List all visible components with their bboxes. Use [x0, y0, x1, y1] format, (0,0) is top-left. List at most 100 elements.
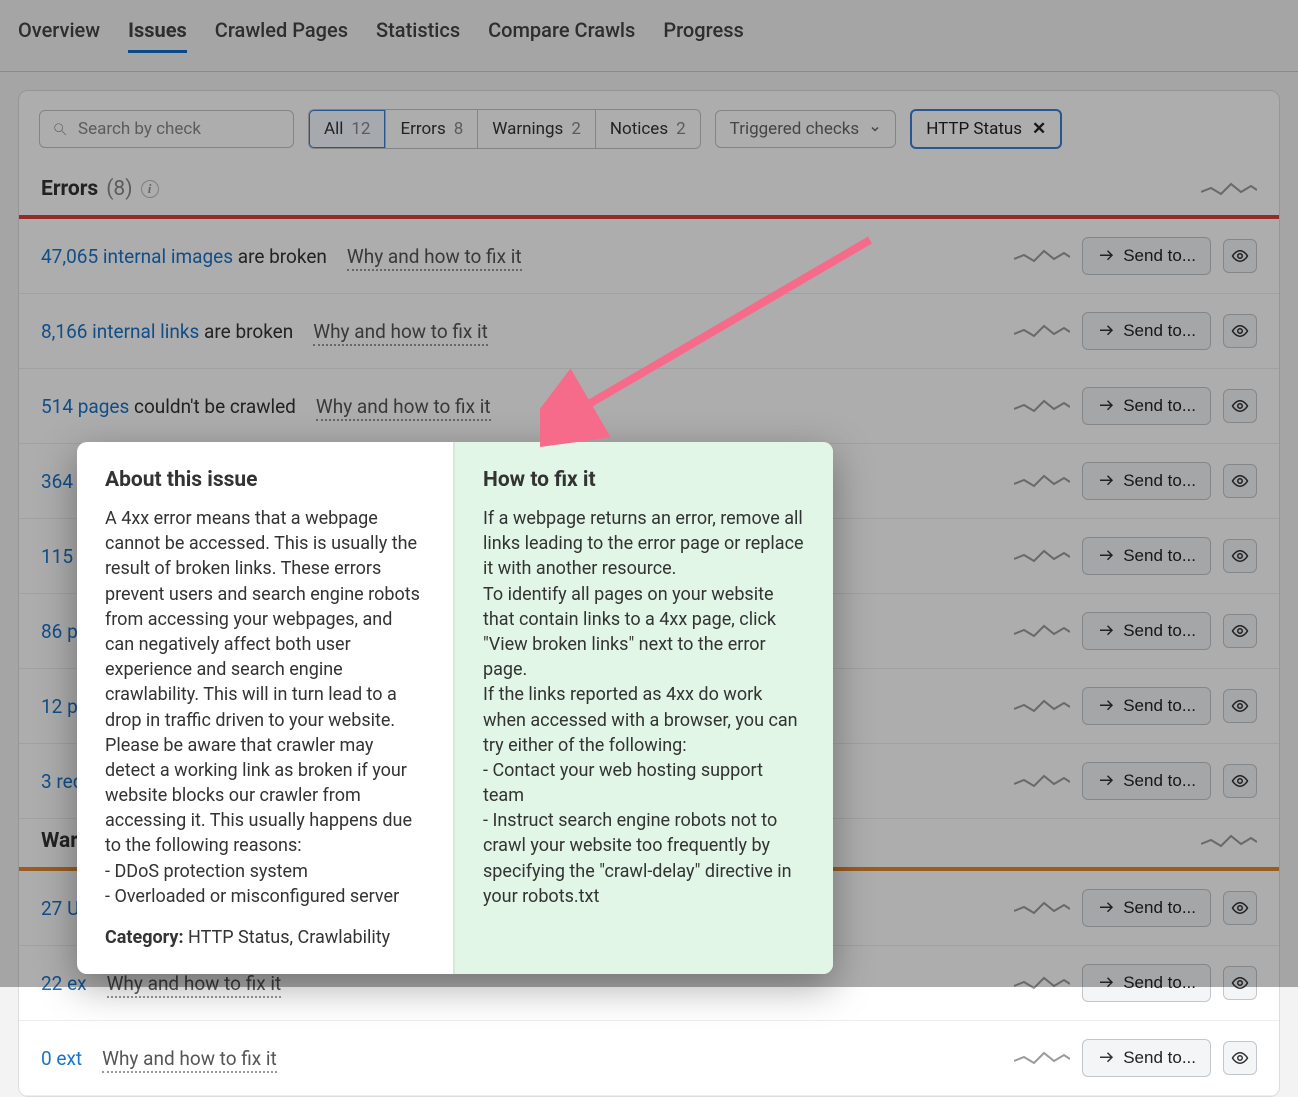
- tab-overview[interactable]: Overview: [18, 18, 100, 53]
- view-button[interactable]: [1223, 689, 1257, 723]
- send-to-label: Send to...: [1123, 471, 1196, 491]
- segment-errors[interactable]: Errors 8: [385, 110, 477, 148]
- info-icon[interactable]: i: [141, 180, 159, 198]
- view-button[interactable]: [1223, 614, 1257, 648]
- send-to-label: Send to...: [1123, 771, 1196, 791]
- issue-link[interactable]: 0 ext: [41, 1047, 82, 1070]
- why-and-how-link[interactable]: Why and how to fix it: [347, 245, 522, 271]
- send-to-label: Send to...: [1123, 321, 1196, 341]
- view-button[interactable]: [1223, 539, 1257, 573]
- send-to-label: Send to...: [1123, 973, 1196, 993]
- eye-icon: [1231, 247, 1249, 265]
- share-arrow-icon: [1097, 1049, 1115, 1067]
- filter-chip-http-status[interactable]: HTTP Status ✕: [910, 109, 1062, 149]
- eye-icon: [1231, 772, 1249, 790]
- segment-all[interactable]: All 12: [308, 109, 386, 149]
- segment-notices-count: 2: [676, 119, 686, 139]
- errors-title: Errors: [41, 177, 98, 201]
- view-button[interactable]: [1223, 239, 1257, 273]
- send-to-button[interactable]: Send to...: [1082, 612, 1211, 650]
- send-to-button[interactable]: Send to...: [1082, 462, 1211, 500]
- why-and-how-link[interactable]: Why and how to fix it: [107, 972, 282, 998]
- view-button[interactable]: [1223, 891, 1257, 925]
- send-to-button[interactable]: Send to...: [1082, 762, 1211, 800]
- view-button[interactable]: [1223, 764, 1257, 798]
- sparkline-icon: [1014, 245, 1070, 267]
- sparkline-icon: [1014, 972, 1070, 994]
- issue-link[interactable]: 8,166 internal links: [41, 320, 199, 343]
- tab-crawled-pages[interactable]: Crawled Pages: [215, 18, 348, 53]
- segment-warnings[interactable]: Warnings 2: [477, 110, 595, 148]
- tab-compare-crawls[interactable]: Compare Crawls: [488, 18, 635, 53]
- issue-text: are broken: [233, 245, 327, 268]
- tab-progress[interactable]: Progress: [663, 18, 743, 53]
- triggered-checks-dropdown[interactable]: Triggered checks: [715, 110, 897, 148]
- eye-icon: [1231, 472, 1249, 490]
- send-to-button[interactable]: Send to...: [1082, 387, 1211, 425]
- main-tabs: Overview Issues Crawled Pages Statistics…: [0, 0, 1298, 72]
- send-to-label: Send to...: [1123, 246, 1196, 266]
- search-placeholder: Search by check: [78, 119, 201, 139]
- send-to-button[interactable]: Send to...: [1082, 964, 1211, 1002]
- eye-icon: [1231, 397, 1249, 415]
- why-and-how-link[interactable]: Why and how to fix it: [102, 1047, 277, 1073]
- send-to-button[interactable]: Send to...: [1082, 237, 1211, 275]
- sparkline-icon: [1201, 830, 1257, 852]
- issue-help-popover: About this issue A 4xx error means that …: [77, 442, 833, 974]
- segment-all-label: All: [324, 119, 343, 139]
- sparkline-icon: [1014, 395, 1070, 417]
- severity-segmented: All 12 Errors 8 Warnings 2 Notices 2: [308, 109, 701, 149]
- sparkline-icon: [1014, 545, 1070, 567]
- send-to-button[interactable]: Send to...: [1082, 889, 1211, 927]
- about-title: About this issue: [105, 468, 425, 492]
- issue-link[interactable]: 514 pages: [41, 395, 129, 418]
- send-to-button[interactable]: Send to...: [1082, 312, 1211, 350]
- segment-notices[interactable]: Notices 2: [595, 110, 700, 148]
- send-to-label: Send to...: [1123, 546, 1196, 566]
- share-arrow-icon: [1097, 397, 1115, 415]
- segment-notices-label: Notices: [610, 119, 668, 139]
- send-to-label: Send to...: [1123, 696, 1196, 716]
- send-to-label: Send to...: [1123, 1048, 1196, 1068]
- eye-icon: [1231, 322, 1249, 340]
- segment-warnings-label: Warnings: [492, 119, 563, 139]
- tab-statistics[interactable]: Statistics: [376, 18, 460, 53]
- issue-link[interactable]: 47,065 internal images: [41, 245, 233, 268]
- why-and-how-link[interactable]: Why and how to fix it: [313, 320, 488, 346]
- send-to-button[interactable]: Send to...: [1082, 1039, 1211, 1077]
- view-button[interactable]: [1223, 314, 1257, 348]
- errors-count: (8): [106, 177, 132, 201]
- view-button[interactable]: [1223, 389, 1257, 423]
- sparkline-icon: [1014, 897, 1070, 919]
- triggered-checks-label: Triggered checks: [730, 119, 860, 139]
- category-value: HTTP Status, Crawlability: [184, 927, 391, 948]
- segment-errors-count: 8: [454, 119, 464, 139]
- search-icon: [52, 121, 68, 137]
- share-arrow-icon: [1097, 322, 1115, 340]
- category-label: Category:: [105, 927, 184, 948]
- view-button[interactable]: [1223, 464, 1257, 498]
- fix-column: How to fix it If a webpage returns an er…: [455, 442, 833, 974]
- search-input[interactable]: Search by check: [39, 110, 294, 148]
- errors-section-header: Errors (8) i: [19, 167, 1279, 215]
- sparkline-icon: [1014, 1047, 1070, 1069]
- sparkline-icon: [1014, 320, 1070, 342]
- sparkline-icon: [1014, 770, 1070, 792]
- eye-icon: [1231, 974, 1249, 992]
- send-to-label: Send to...: [1123, 621, 1196, 641]
- issue-row: 8,166 internal links are brokenWhy and h…: [19, 294, 1279, 369]
- issue-row: 47,065 internal images are broken Why and…: [19, 219, 1279, 294]
- tab-issues[interactable]: Issues: [128, 18, 187, 53]
- issue-link[interactable]: 22 ex: [41, 972, 87, 995]
- eye-icon: [1231, 697, 1249, 715]
- view-button[interactable]: [1223, 966, 1257, 1000]
- view-button[interactable]: [1223, 1041, 1257, 1075]
- issue-row: 0 ext Why and how to fix it Send to...: [19, 1021, 1279, 1096]
- send-to-button[interactable]: Send to...: [1082, 687, 1211, 725]
- why-and-how-link[interactable]: Why and how to fix it: [316, 395, 491, 421]
- fix-body: If a webpage returns an error, remove al…: [483, 506, 805, 909]
- segment-all-count: 12: [351, 119, 370, 139]
- filter-chip-http-status-remove[interactable]: ✕: [1032, 119, 1046, 139]
- send-to-button[interactable]: Send to...: [1082, 537, 1211, 575]
- share-arrow-icon: [1097, 697, 1115, 715]
